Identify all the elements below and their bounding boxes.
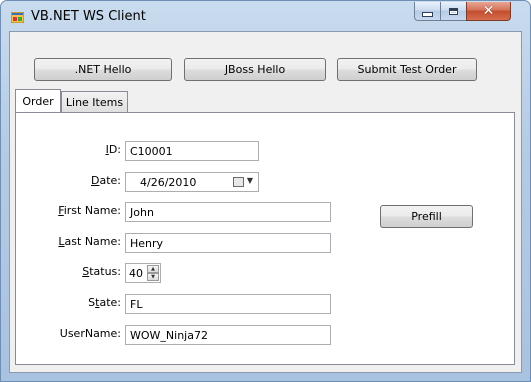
username-label: UserName: [59, 327, 121, 340]
tab-order[interactable]: Order [15, 89, 61, 112]
id-label: ID: [105, 143, 121, 156]
window-title: VB.NET WS Client [31, 9, 146, 24]
order-tab-panel: ID: C10001 Date: 4/26/2010 ▼ First Name:… [15, 112, 515, 365]
date-value: 4/26/2010 [140, 175, 197, 189]
calendar-icon[interactable] [233, 177, 244, 187]
date-picker[interactable]: 4/26/2010 ▼ [125, 172, 259, 192]
jboss-hello-button[interactable]: JBoss Hello [184, 58, 326, 81]
maximize-icon [449, 7, 458, 15]
app-window-icon [11, 12, 24, 23]
title-bar[interactable]: VB.NET WS Client ✕ [1, 1, 530, 31]
maximize-button[interactable] [440, 2, 467, 21]
status-stepper[interactable]: 40 ▲ ▼ [125, 263, 161, 283]
minimize-icon [422, 12, 433, 17]
state-label: State: [88, 296, 121, 309]
minimize-button[interactable] [414, 2, 441, 21]
status-spinner[interactable]: ▲ ▼ [147, 265, 159, 281]
last-name-label: Last Name: [58, 235, 121, 248]
username-input[interactable]: WOW_Ninja72 [125, 325, 331, 345]
first-name-input[interactable]: John [125, 202, 331, 222]
last-name-input[interactable]: Henry [125, 233, 331, 253]
submit-test-order-button[interactable]: Submit Test Order [337, 58, 477, 81]
client-area: .NET Hello JBoss Hello Submit Test Order… [9, 31, 522, 373]
chevron-down-icon[interactable]: ▼ [247, 176, 253, 185]
date-label: Date: [90, 174, 121, 187]
prefill-button[interactable]: Prefill [380, 205, 473, 228]
id-input[interactable]: C10001 [125, 141, 259, 161]
window-bottom-border [1, 373, 530, 381]
status-value: 40 [129, 266, 143, 280]
spin-down-icon[interactable]: ▼ [147, 273, 159, 281]
status-label: Status: [82, 265, 121, 278]
spin-up-icon[interactable]: ▲ [147, 265, 159, 273]
net-hello-button[interactable]: .NET Hello [34, 58, 172, 81]
tab-line-items[interactable]: Line Items [61, 91, 128, 112]
close-button[interactable]: ✕ [466, 2, 511, 21]
state-input[interactable]: FL [125, 294, 331, 314]
first-name-label: First Name: [58, 204, 121, 217]
app-window: VB.NET WS Client ✕ .NET Hello JBoss Hell… [0, 0, 531, 382]
close-icon: ✕ [482, 3, 495, 19]
